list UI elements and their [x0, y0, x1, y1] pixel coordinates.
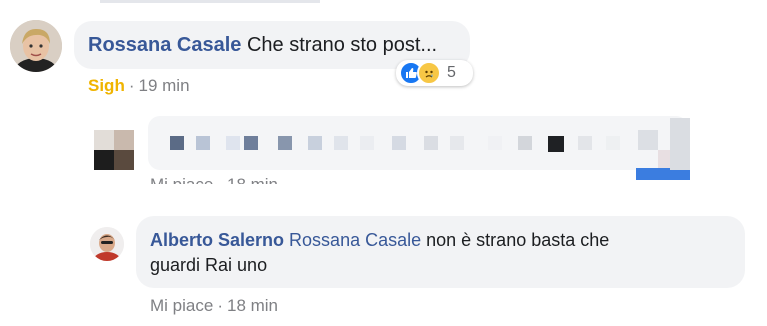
- comment-content: Alberto Salerno Rossana Casale non è str…: [150, 228, 740, 278]
- mention-link[interactable]: Rossana Casale: [289, 230, 421, 250]
- comment-author[interactable]: Rossana Casale: [88, 34, 241, 56]
- like-link[interactable]: Mi piace: [150, 175, 213, 184]
- sad-icon: [417, 61, 441, 85]
- timestamp[interactable]: 19 min: [139, 76, 190, 95]
- comment-bubble: Alberto Salerno Rossana Casale non è str…: [136, 216, 745, 288]
- blurred-comment-bubble: [148, 116, 688, 170]
- comment-content: Rossana Casale Che strano sto post...: [88, 34, 437, 57]
- reaction-count: 5: [447, 64, 456, 81]
- avatar-photo: [10, 20, 62, 72]
- comment-author[interactable]: Alberto Salerno: [150, 230, 284, 250]
- like-link[interactable]: Mi piace: [150, 296, 213, 315]
- comment-text-line2: guardi Rai uno: [150, 255, 268, 275]
- timestamp[interactable]: 18 min: [227, 296, 278, 315]
- avatar[interactable]: [90, 227, 124, 261]
- comment-text-line1: non è strano basta che: [426, 230, 610, 250]
- comment-text: Che strano sto post...: [246, 34, 438, 56]
- reaction-label[interactable]: Sigh: [88, 76, 125, 95]
- reaction-summary[interactable]: 5: [396, 60, 473, 86]
- blurred-avatar: [94, 130, 134, 170]
- blurred-comment-meta: Mi piace·18 min: [150, 170, 278, 184]
- timestamp[interactable]: 18 min: [227, 175, 278, 184]
- avatar-photo: [90, 227, 124, 261]
- blurred-right-fragment: [670, 118, 690, 170]
- avatar[interactable]: [10, 20, 62, 72]
- comment-meta: Mi piace · 18 min: [150, 296, 279, 315]
- comment-meta: Sigh · 19 min: [88, 76, 190, 95]
- top-cutoff-strip: [100, 0, 320, 3]
